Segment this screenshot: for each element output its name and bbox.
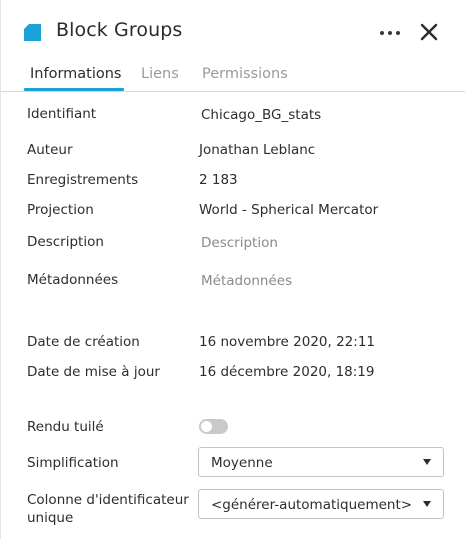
simplification-label: Simplification <box>27 455 119 471</box>
layer-shape-icon <box>24 24 41 41</box>
auteur-label: Auteur <box>27 142 73 158</box>
date-creation-label: Date de création <box>27 334 140 350</box>
caret-down-icon <box>423 501 431 507</box>
simplification-select[interactable]: Moyenne <box>198 447 444 477</box>
close-icon[interactable] <box>417 20 441 44</box>
tab-bar: Informations Liens Permissions <box>1 62 465 92</box>
identifiant-field[interactable]: Chicago_BG_stats <box>201 107 321 123</box>
enregistrements-label: Enregistrements <box>27 172 139 188</box>
metadonnees-label: Métadonnées <box>27 272 119 288</box>
date-creation-value: 16 novembre 2020, 22:11 <box>199 334 375 350</box>
layer-properties-panel: Block Groups Informations Liens Permissi… <box>0 0 465 539</box>
rendu-tuile-toggle[interactable] <box>199 419 228 434</box>
tab-liens[interactable]: Liens <box>141 66 179 82</box>
tab-informations[interactable]: Informations <box>30 66 122 82</box>
panel-header: Block Groups <box>1 0 465 62</box>
date-maj-value: 16 décembre 2020, 18:19 <box>199 364 375 380</box>
toggle-knob <box>201 421 212 432</box>
description-label: Description <box>27 234 104 250</box>
enregistrements-value: 2 183 <box>199 172 238 188</box>
active-tab-indicator <box>24 88 124 91</box>
description-field[interactable]: Description <box>201 235 278 251</box>
projection-value: World - Spherical Mercator <box>199 202 379 218</box>
identifiant-label: Identifiant <box>27 106 97 122</box>
simplification-selected: Moyenne <box>211 455 273 471</box>
colonne-id-selected: <générer-automatiquement> <box>211 497 413 513</box>
rendu-tuile-label: Rendu tuilé <box>27 419 104 435</box>
colonne-id-label: Colonne d'identificateur unique <box>27 492 189 526</box>
caret-down-icon <box>423 459 431 465</box>
projection-label: Projection <box>27 202 94 218</box>
auteur-value: Jonathan Leblanc <box>199 142 316 158</box>
panel-title: Block Groups <box>56 19 183 41</box>
more-options-button[interactable] <box>377 20 403 44</box>
metadonnees-field[interactable]: Métadonnées <box>201 273 292 289</box>
tab-permissions[interactable]: Permissions <box>202 66 288 82</box>
date-maj-label: Date de mise à jour <box>27 364 160 380</box>
more-horizontal-icon <box>380 31 384 35</box>
colonne-id-select[interactable]: <générer-automatiquement> <box>198 489 444 519</box>
